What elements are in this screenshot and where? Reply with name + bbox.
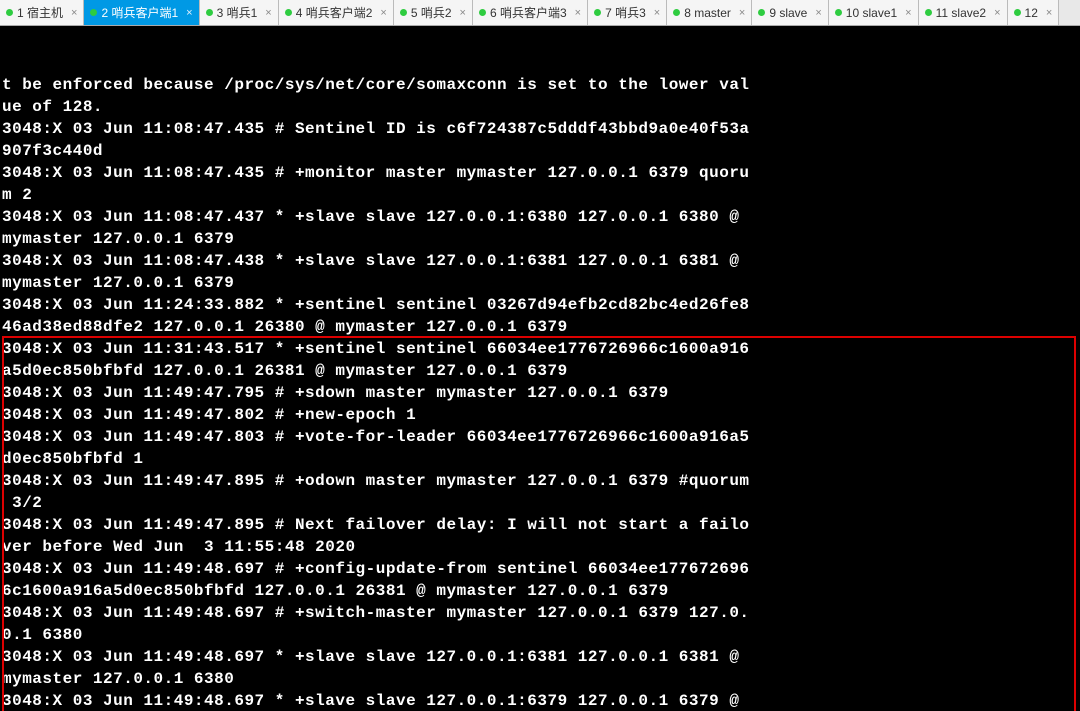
tab-2[interactable]: 3 哨兵1 × xyxy=(200,0,279,25)
close-icon[interactable]: × xyxy=(813,7,823,19)
close-icon[interactable]: × xyxy=(69,7,79,19)
tab-label: 1 宿主机 xyxy=(17,4,63,21)
close-icon[interactable]: × xyxy=(573,7,583,19)
terminal-line: 6c1600a916a5d0ec850bfbfd 127.0.0.1 26381… xyxy=(2,580,1080,602)
tab-8[interactable]: 9 slave × xyxy=(752,0,828,25)
terminal-line: 3048:X 03 Jun 11:49:47.895 # +odown mast… xyxy=(2,470,1080,492)
terminal-line: mymaster 127.0.0.1 6380 xyxy=(2,668,1080,690)
tab-9[interactable]: 10 slave1 × xyxy=(829,0,919,25)
terminal-line: 3048:X 03 Jun 11:49:48.697 * +slave slav… xyxy=(2,690,1080,711)
tab-1[interactable]: 2 哨兵客户端1 × xyxy=(84,0,199,25)
terminal-line: t be enforced because /proc/sys/net/core… xyxy=(2,74,1080,96)
terminal-line: 3048:X 03 Jun 11:49:47.803 # +vote-for-l… xyxy=(2,426,1080,448)
terminal-line: 3048:X 03 Jun 11:49:47.802 # +new-epoch … xyxy=(2,404,1080,426)
terminal-line: 3048:X 03 Jun 11:08:47.438 * +slave slav… xyxy=(2,250,1080,272)
tab-label: 2 哨兵客户端1 xyxy=(101,4,178,21)
status-dot-icon xyxy=(835,9,842,16)
terminal-line: mymaster 127.0.0.1 6379 xyxy=(2,272,1080,294)
close-icon[interactable]: × xyxy=(458,7,468,19)
terminal-line: 3048:X 03 Jun 11:24:33.882 * +sentinel s… xyxy=(2,294,1080,316)
tab-label: 11 slave2 xyxy=(936,6,986,20)
status-dot-icon xyxy=(1014,9,1021,16)
status-dot-icon xyxy=(90,9,97,16)
terminal-line: 907f3c440d xyxy=(2,140,1080,162)
close-icon[interactable]: × xyxy=(263,7,273,19)
status-dot-icon xyxy=(479,9,486,16)
close-icon[interactable]: × xyxy=(992,7,1002,19)
tab-0[interactable]: 1 宿主机 × xyxy=(0,0,84,25)
tab-label: 8 master xyxy=(684,6,731,20)
tab-label: 10 slave1 xyxy=(846,6,897,20)
terminal-line: 3048:X 03 Jun 11:08:47.435 # +monitor ma… xyxy=(2,162,1080,184)
terminal-line: 3048:X 03 Jun 11:49:48.697 # +config-upd… xyxy=(2,558,1080,580)
tab-bar: 1 宿主机×2 哨兵客户端1×3 哨兵1×4 哨兵客户端2×5 哨兵2×6 哨兵… xyxy=(0,0,1080,26)
tab-11[interactable]: 12 × xyxy=(1008,0,1060,25)
close-icon[interactable]: × xyxy=(737,7,747,19)
terminal-line: 3048:X 03 Jun 11:08:47.437 * +slave slav… xyxy=(2,206,1080,228)
terminal-line: 3048:X 03 Jun 11:49:48.697 # +switch-mas… xyxy=(2,602,1080,624)
terminal-line: mymaster 127.0.0.1 6379 xyxy=(2,228,1080,250)
terminal-line: 0.1 6380 xyxy=(2,624,1080,646)
terminal-line: ver before Wed Jun 3 11:55:48 2020 xyxy=(2,536,1080,558)
tab-label: 12 xyxy=(1025,6,1038,20)
tab-7[interactable]: 8 master × xyxy=(667,0,752,25)
status-dot-icon xyxy=(925,9,932,16)
terminal-line: m 2 xyxy=(2,184,1080,206)
terminal-line: d0ec850bfbfd 1 xyxy=(2,448,1080,470)
tab-3[interactable]: 4 哨兵客户端2 × xyxy=(279,0,394,25)
tab-label: 3 哨兵1 xyxy=(217,4,258,21)
terminal-line: 3048:X 03 Jun 11:08:47.435 # Sentinel ID… xyxy=(2,118,1080,140)
terminal-line: 46ad38ed88dfe2 127.0.0.1 26380 @ mymaste… xyxy=(2,316,1080,338)
status-dot-icon xyxy=(673,9,680,16)
tab-label: 5 哨兵2 xyxy=(411,4,452,21)
terminal-line: 3/2 xyxy=(2,492,1080,514)
tab-label: 6 哨兵客户端3 xyxy=(490,4,567,21)
tab-label: 4 哨兵客户端2 xyxy=(296,4,373,21)
status-dot-icon xyxy=(758,9,765,16)
tab-4[interactable]: 5 哨兵2 × xyxy=(394,0,473,25)
close-icon[interactable]: × xyxy=(652,7,662,19)
terminal-line: 3048:X 03 Jun 11:49:47.895 # Next failov… xyxy=(2,514,1080,536)
terminal-line: a5d0ec850bfbfd 127.0.0.1 26381 @ mymaste… xyxy=(2,360,1080,382)
terminal-line: 3048:X 03 Jun 11:49:47.795 # +sdown mast… xyxy=(2,382,1080,404)
close-icon[interactable]: × xyxy=(184,7,194,19)
status-dot-icon xyxy=(6,9,13,16)
tab-10[interactable]: 11 slave2 × xyxy=(919,0,1008,25)
close-icon[interactable]: × xyxy=(903,7,913,19)
close-icon[interactable]: × xyxy=(1044,7,1054,19)
status-dot-icon xyxy=(285,9,292,16)
tab-label: 7 哨兵3 xyxy=(605,4,646,21)
tab-6[interactable]: 7 哨兵3 × xyxy=(588,0,667,25)
terminal-line: ue of 128. xyxy=(2,96,1080,118)
close-icon[interactable]: × xyxy=(378,7,388,19)
status-dot-icon xyxy=(400,9,407,16)
tab-label: 9 slave xyxy=(769,6,807,20)
terminal-output[interactable]: t be enforced because /proc/sys/net/core… xyxy=(0,26,1080,711)
status-dot-icon xyxy=(594,9,601,16)
tab-5[interactable]: 6 哨兵客户端3 × xyxy=(473,0,588,25)
status-dot-icon xyxy=(206,9,213,16)
terminal-line: 3048:X 03 Jun 11:31:43.517 * +sentinel s… xyxy=(2,338,1080,360)
terminal-line: 3048:X 03 Jun 11:49:48.697 * +slave slav… xyxy=(2,646,1080,668)
